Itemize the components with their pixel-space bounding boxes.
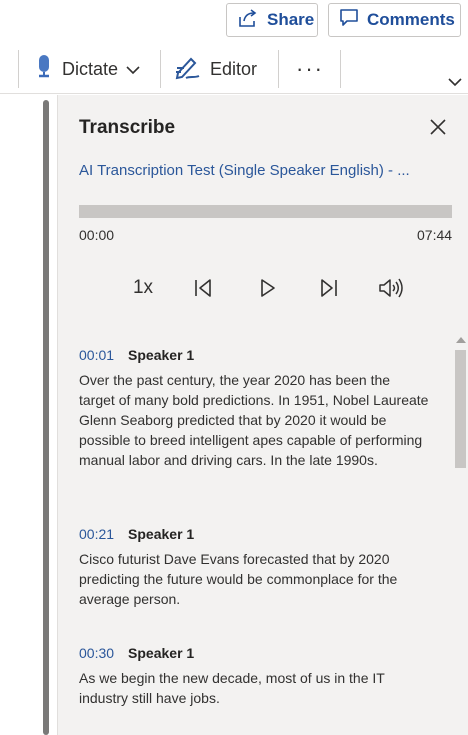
ribbon-expand-chevron-icon[interactable] bbox=[448, 74, 462, 92]
top-action-bar: Share Comments bbox=[0, 0, 468, 44]
skip-back-icon[interactable] bbox=[190, 273, 216, 303]
more-label: ··· bbox=[296, 56, 324, 81]
scroll-up-arrow-icon[interactable] bbox=[456, 337, 466, 343]
entry-speaker[interactable]: Speaker 1 bbox=[128, 645, 194, 661]
share-button[interactable]: Share bbox=[226, 3, 318, 37]
editor-button[interactable]: Editor bbox=[174, 50, 257, 88]
entry-timestamp-link[interactable]: 00:30 bbox=[79, 645, 114, 661]
ribbon-divider bbox=[278, 50, 279, 88]
entry-timestamp-link[interactable]: 00:21 bbox=[79, 526, 114, 542]
volume-icon[interactable] bbox=[376, 273, 406, 303]
audio-file-title[interactable]: AI Transcription Test (Single Speaker En… bbox=[79, 162, 419, 179]
entry-text[interactable]: As we begin the new decade, most of us i… bbox=[79, 668, 429, 708]
ribbon-toolbar: Dictate Editor ··· bbox=[0, 44, 468, 94]
transcript-scrollbar[interactable] bbox=[452, 332, 468, 735]
transcript-entry: 00:30 Speaker 1 As we begin the new deca… bbox=[79, 645, 429, 708]
playback-progress-bar[interactable] bbox=[79, 205, 452, 218]
playback-controls: 1x bbox=[58, 273, 468, 303]
transcript-list[interactable]: 00:01 Speaker 1 Over the past century, t… bbox=[58, 332, 452, 735]
comments-label: Comments bbox=[367, 10, 455, 29]
scrollbar-thumb[interactable] bbox=[455, 350, 466, 468]
current-time: 00:00 bbox=[79, 227, 115, 243]
entry-speaker[interactable]: Speaker 1 bbox=[128, 347, 194, 363]
entry-speaker[interactable]: Speaker 1 bbox=[128, 526, 194, 542]
share-icon bbox=[237, 8, 259, 33]
pane-title: Transcribe bbox=[79, 117, 176, 138]
entry-text[interactable]: Cisco futurist Dave Evans forecasted tha… bbox=[79, 549, 429, 609]
document-scrollbar[interactable] bbox=[43, 100, 49, 735]
comments-button[interactable]: Comments bbox=[328, 3, 461, 37]
comment-icon bbox=[339, 8, 359, 32]
transcript-entry: 00:01 Speaker 1 Over the past century, t… bbox=[79, 347, 429, 470]
ribbon-divider bbox=[160, 50, 161, 88]
editor-pen-icon bbox=[174, 54, 202, 85]
entry-timestamp-link[interactable]: 00:01 bbox=[79, 347, 114, 363]
dictate-button[interactable]: Dictate bbox=[34, 50, 140, 88]
microphone-icon bbox=[34, 54, 54, 85]
more-options-button[interactable]: ··· bbox=[296, 50, 324, 88]
ribbon-divider bbox=[340, 50, 341, 88]
playback-speed-button[interactable]: 1x bbox=[128, 273, 158, 303]
ribbon-divider bbox=[18, 50, 19, 88]
dictate-label: Dictate bbox=[62, 58, 119, 79]
play-icon[interactable] bbox=[254, 273, 280, 303]
entry-text[interactable]: Over the past century, the year 2020 has… bbox=[79, 370, 429, 470]
transcript-entry: 00:21 Speaker 1 Cisco futurist Dave Evan… bbox=[79, 526, 429, 609]
skip-forward-icon[interactable] bbox=[316, 273, 342, 303]
share-label: Share bbox=[267, 10, 315, 29]
chevron-down-icon[interactable] bbox=[126, 59, 140, 80]
total-duration: 07:44 bbox=[417, 227, 453, 243]
close-icon[interactable] bbox=[428, 117, 448, 137]
editor-label: Editor bbox=[210, 58, 258, 79]
transcribe-pane: Transcribe AI Transcription Test (Single… bbox=[57, 95, 468, 735]
